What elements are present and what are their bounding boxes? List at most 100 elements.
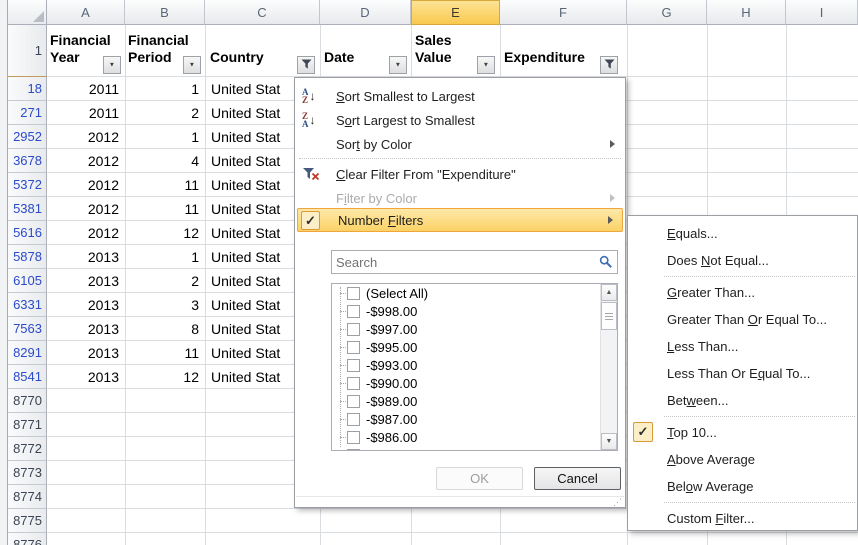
cell-country[interactable]: United Stat [211, 173, 293, 197]
column-header-i[interactable]: I [786, 0, 858, 25]
row-header[interactable]: 18 [8, 77, 47, 101]
checkbox-unchecked[interactable] [347, 449, 360, 452]
column-header-g[interactable]: G [627, 0, 707, 25]
cell-year[interactable]: 2012 [47, 197, 119, 221]
cell-country[interactable]: United Stat [211, 341, 293, 365]
header-cell-date[interactable]: Date [324, 32, 354, 66]
select-all-corner[interactable] [8, 0, 47, 25]
checkbox-unchecked[interactable] [347, 359, 360, 372]
list-item[interactable]: -$997.00 [332, 320, 617, 338]
list-item[interactable]: -$995.00 [332, 338, 617, 356]
list-item[interactable]: -$998.00 [332, 302, 617, 320]
list-item[interactable]: -$993.00 [332, 356, 617, 374]
header-cell-financial-year[interactable]: FinancialYear [50, 32, 111, 66]
row-header[interactable]: 8291 [8, 341, 47, 365]
menu-resize-strip[interactable] [296, 496, 624, 506]
column-header-h[interactable]: H [707, 0, 786, 25]
submenu-item-does-not-equal[interactable]: Does Not Equal... [629, 247, 857, 274]
header-cell-sales-value[interactable]: SalesValue [415, 32, 452, 66]
cell-country[interactable]: United Stat [211, 245, 293, 269]
cell-year[interactable]: 2013 [47, 293, 119, 317]
row-header[interactable]: 8775 [8, 509, 47, 533]
filter-applied-button-country[interactable] [297, 56, 315, 74]
cell-year[interactable]: 2013 [47, 365, 119, 389]
list-item[interactable]: -$989.00 [332, 392, 617, 410]
checkbox-unchecked[interactable] [347, 431, 360, 444]
row-header[interactable]: 8770 [8, 389, 47, 413]
row-header[interactable]: 8773 [8, 461, 47, 485]
resize-grip-icon[interactable] [613, 498, 622, 507]
cell-period[interactable]: 1 [125, 125, 199, 149]
menu-item-clear-filter[interactable]: Clear Filter From "Expenditure" [296, 162, 624, 186]
cell-period[interactable]: 11 [125, 197, 199, 221]
row-header[interactable]: 271 [8, 101, 47, 125]
checkbox-unchecked[interactable] [347, 341, 360, 354]
cell-year[interactable]: 2012 [47, 221, 119, 245]
cell-country[interactable]: United Stat [211, 269, 293, 293]
cell-year[interactable]: 2012 [47, 125, 119, 149]
cell-country[interactable]: United Stat [211, 149, 293, 173]
cell-country[interactable]: United Stat [211, 125, 293, 149]
scroll-up-button[interactable] [601, 284, 617, 301]
checkbox-unchecked[interactable] [347, 413, 360, 426]
cell-country[interactable]: United Stat [211, 221, 293, 245]
cell-period[interactable]: 12 [125, 221, 199, 245]
cell-country[interactable]: United Stat [211, 365, 293, 389]
cell-year[interactable]: 2011 [47, 77, 119, 101]
checkbox-unchecked[interactable] [347, 395, 360, 408]
cell-year[interactable]: 2012 [47, 149, 119, 173]
submenu-item-equals[interactable]: Equals... [629, 220, 857, 247]
menu-item-number-filters[interactable]: Number Filters [297, 208, 623, 232]
cell-year[interactable]: 2011 [47, 101, 119, 125]
row-header[interactable]: 8541 [8, 365, 47, 389]
row-header[interactable]: 7563 [8, 317, 47, 341]
list-scrollbar[interactable] [600, 284, 617, 450]
filter-dropdown-button-sales-value[interactable] [477, 56, 495, 74]
cell-period[interactable]: 2 [125, 269, 199, 293]
header-cell-expenditure[interactable]: Expenditure [504, 32, 585, 66]
row-header[interactable]: 5372 [8, 173, 47, 197]
row-header[interactable]: 8774 [8, 485, 47, 509]
checkbox-unchecked[interactable] [347, 305, 360, 318]
row-header[interactable]: 5616 [8, 221, 47, 245]
cell-period[interactable]: 4 [125, 149, 199, 173]
submenu-item-custom-filter[interactable]: Custom Filter... [629, 505, 857, 532]
cell-country[interactable]: United Stat [211, 293, 293, 317]
scrollbar-thumb[interactable] [601, 302, 617, 330]
cell-period[interactable]: 1 [125, 245, 199, 269]
row-header[interactable]: 8772 [8, 437, 47, 461]
submenu-item-above-average[interactable]: Above Average [629, 446, 857, 473]
row-header[interactable]: 3678 [8, 149, 47, 173]
checkbox-unchecked[interactable] [347, 323, 360, 336]
column-header-c[interactable]: C [205, 0, 320, 25]
scroll-down-button[interactable] [601, 433, 617, 450]
cell-period[interactable]: 1 [125, 77, 199, 101]
list-item-select-all[interactable]: (Select All) [332, 284, 617, 302]
cell-country[interactable]: United Stat [211, 77, 293, 101]
ok-button[interactable]: OK [436, 467, 523, 490]
row-header[interactable]: 8776 [8, 533, 47, 545]
cell-period[interactable]: 8 [125, 317, 199, 341]
submenu-item-greater-than-or-equal[interactable]: Greater Than Or Equal To... [629, 306, 857, 333]
submenu-item-less-than-or-equal[interactable]: Less Than Or Equal To... [629, 360, 857, 387]
submenu-item-between[interactable]: Between... [629, 387, 857, 414]
cancel-button[interactable]: Cancel [534, 467, 621, 490]
list-item[interactable]: -$990.00 [332, 374, 617, 392]
cell-country[interactable]: United Stat [211, 197, 293, 221]
row-header[interactable]: 5381 [8, 197, 47, 221]
list-item-partial[interactable] [332, 446, 617, 451]
cell-country[interactable]: United Stat [211, 101, 293, 125]
filter-dropdown-button-financial-year[interactable] [103, 56, 121, 74]
cell-period[interactable]: 11 [125, 173, 199, 197]
row-header[interactable]: 6105 [8, 269, 47, 293]
submenu-item-below-average[interactable]: Below Average [629, 473, 857, 500]
cell-period[interactable]: 3 [125, 293, 199, 317]
row-header[interactable]: 2952 [8, 125, 47, 149]
cell-period[interactable]: 2 [125, 101, 199, 125]
checkbox-unchecked[interactable] [347, 377, 360, 390]
cell-year[interactable]: 2013 [47, 317, 119, 341]
submenu-item-less-than[interactable]: Less Than... [629, 333, 857, 360]
column-header-a[interactable]: A [47, 0, 125, 25]
cell-country[interactable]: United Stat [211, 317, 293, 341]
submenu-item-greater-than[interactable]: Greater Than... [629, 279, 857, 306]
